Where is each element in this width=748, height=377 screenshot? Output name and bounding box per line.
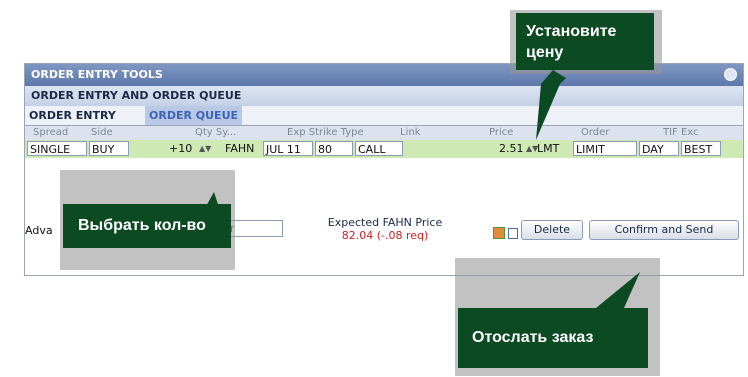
send-arrow [596,272,640,308]
callout-set-price: Установите цену [516,13,654,70]
callout-send-order: Отослать заказ [458,308,648,368]
callout-choose-qty: Выбрать кол-во [63,204,231,248]
price-arrow [536,70,566,140]
